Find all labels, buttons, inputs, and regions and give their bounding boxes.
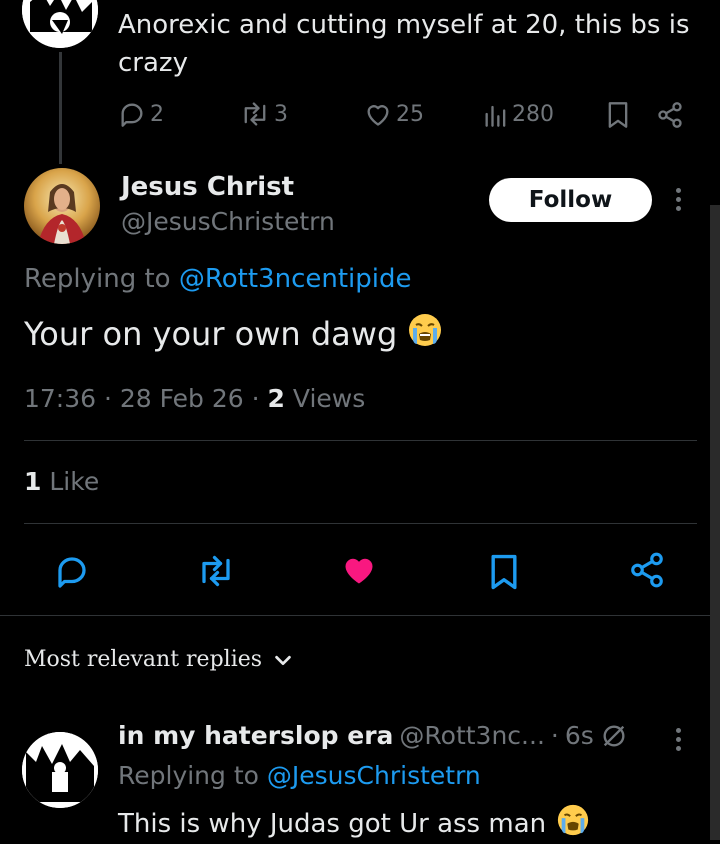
like-label: Like bbox=[49, 467, 100, 496]
replying-to: Replying to @Rott3ncentipide bbox=[24, 264, 412, 294]
crying-emoji-icon bbox=[407, 312, 443, 356]
reply-author-name[interactable]: in my haterslop era bbox=[118, 721, 393, 750]
reply-button[interactable] bbox=[53, 553, 91, 589]
scrollbar[interactable] bbox=[710, 205, 720, 840]
parent-views-count: 280 bbox=[512, 101, 554, 127]
reply-replying-handle[interactable]: @JesusChristetrn bbox=[267, 761, 481, 790]
parent-like-count: 25 bbox=[396, 101, 424, 127]
section-divider bbox=[0, 615, 720, 616]
bookmark-button[interactable] bbox=[487, 553, 521, 591]
sort-label: Most relevant replies bbox=[24, 647, 263, 672]
parent-views-button[interactable]: 280 bbox=[484, 100, 554, 128]
avatar-parent[interactable] bbox=[22, 0, 98, 48]
circle-slash-icon bbox=[600, 722, 628, 750]
avatar-jesus[interactable] bbox=[24, 168, 100, 244]
parent-tweet-line1: Anorexic and cutting myself at 20, this … bbox=[118, 10, 690, 40]
like-count-summary[interactable]: 1 Like bbox=[24, 467, 99, 496]
replying-to-label: Replying to bbox=[24, 264, 171, 294]
tweet-time: 17:36 bbox=[24, 384, 97, 413]
tweet-text: Your on your own dawg bbox=[24, 312, 443, 356]
like-icon bbox=[364, 100, 392, 128]
replying-to-handle[interactable]: @Rott3ncentipide bbox=[179, 264, 412, 294]
share-icon[interactable] bbox=[656, 101, 684, 129]
parent-repost-count: 3 bbox=[274, 101, 288, 127]
reply-replying-label: Replying to bbox=[118, 761, 259, 790]
reply-icon bbox=[118, 100, 146, 128]
views-count: 2 bbox=[267, 384, 285, 413]
thread-line bbox=[59, 52, 62, 164]
like-button-active[interactable] bbox=[340, 552, 378, 588]
reply-more-icon[interactable] bbox=[676, 728, 681, 751]
reply-text: This is why Judas got Ur ass man bbox=[118, 803, 590, 844]
reply-time: 6s bbox=[564, 721, 594, 750]
parent-reply-count: 2 bbox=[150, 101, 164, 127]
parent-like-button[interactable]: 25 bbox=[364, 100, 424, 128]
divider bbox=[24, 523, 697, 524]
repost-button[interactable] bbox=[195, 553, 237, 589]
parent-tweet-line2: crazy bbox=[118, 48, 188, 78]
bookmark-icon[interactable] bbox=[605, 101, 631, 129]
parent-tweet-text: Anorexic and cutting myself at 20, this … bbox=[118, 6, 698, 82]
tweet-text-body: Your on your own dawg bbox=[24, 315, 398, 353]
like-count: 1 bbox=[24, 467, 42, 496]
author-display-name[interactable]: Jesus Christ bbox=[121, 172, 294, 202]
parent-reply-button[interactable]: 2 bbox=[118, 100, 164, 128]
repost-icon bbox=[240, 100, 270, 128]
crying-emoji-icon bbox=[556, 803, 590, 844]
sort-replies-dropdown[interactable]: Most relevant replies bbox=[24, 647, 294, 672]
tweet-timestamp: 17:36 · 28 Feb 26 · 2 Views bbox=[24, 384, 366, 413]
avatar-reply-author[interactable] bbox=[22, 732, 98, 808]
parent-repost-button[interactable]: 3 bbox=[240, 100, 288, 128]
divider bbox=[24, 440, 697, 441]
views-icon bbox=[484, 100, 508, 128]
reply-header: in my haterslop era @Rott3nc... · 6s bbox=[118, 721, 628, 750]
author-handle[interactable]: @JesusChristetrn bbox=[121, 207, 335, 236]
reply-text-body: This is why Judas got Ur ass man bbox=[118, 808, 547, 839]
share-button[interactable] bbox=[628, 551, 666, 589]
reply-replying-to: Replying to @JesusChristetrn bbox=[118, 761, 481, 790]
follow-button[interactable]: Follow bbox=[489, 178, 652, 222]
more-icon[interactable] bbox=[676, 188, 681, 211]
chevron-down-icon bbox=[272, 649, 294, 671]
tweet-date: 28 Feb 26 bbox=[119, 384, 244, 413]
views-label: Views bbox=[292, 384, 366, 413]
reply-author-handle[interactable]: @Rott3nc... bbox=[399, 721, 544, 750]
